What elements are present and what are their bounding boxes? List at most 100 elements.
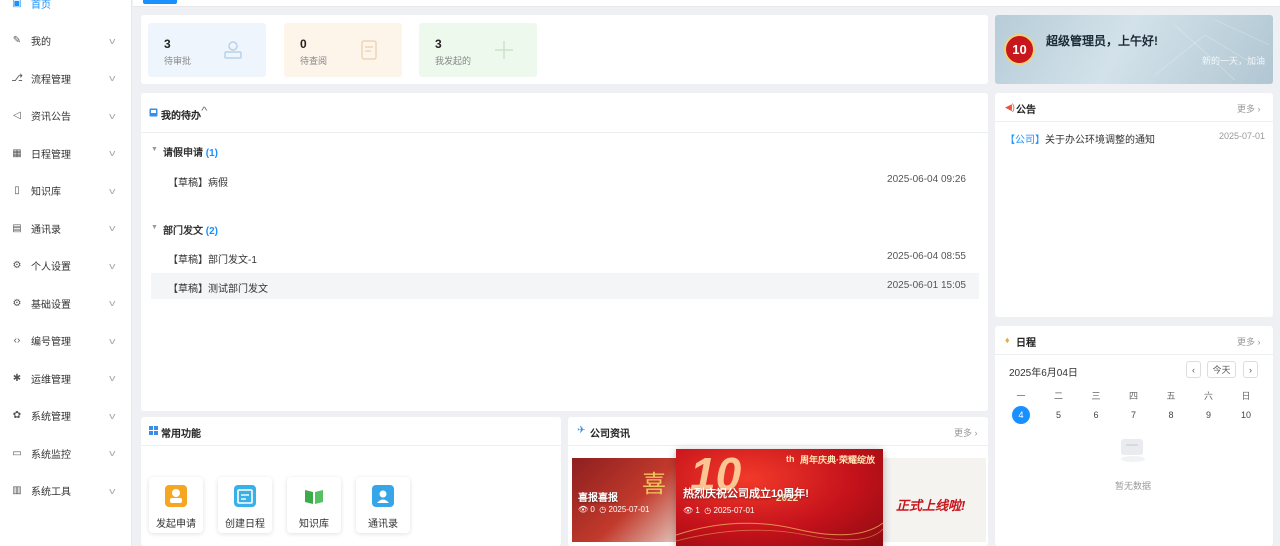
next-week-button[interactable]: › (1243, 361, 1258, 378)
news-more-link[interactable]: 更多 › (954, 426, 978, 439)
grid-icon (149, 426, 158, 435)
calendar-weekday: 日 (1241, 391, 1251, 401)
gear-icon: ⚙ (12, 260, 22, 271)
chevron-down-icon: v (109, 260, 116, 271)
calendar-day[interactable]: 6 (1087, 406, 1105, 424)
quick-create-schedule[interactable]: 创建日程 (218, 477, 272, 533)
sidebar-item[interactable]: ‹› 编号管理 v (0, 328, 132, 354)
chevron-down-icon: v (109, 223, 116, 233)
todo-item[interactable]: 【草稿】病假 2025-06-04 09:26 (151, 167, 979, 193)
bug-icon: ✱ (12, 372, 22, 384)
toolbox-icon: ▥ (12, 485, 22, 496)
user-stamp-icon (224, 41, 242, 59)
sidebar-item-label: 运维管理 (31, 374, 71, 386)
cog-icon: ✿ (12, 410, 22, 421)
notice-date: 2025-07-01 (1219, 131, 1266, 141)
schedule-edit-icon (234, 485, 256, 507)
speaker-icon: ◀) (1005, 102, 1015, 112)
quick-start-request[interactable]: 发起申请 (149, 477, 203, 533)
news-card-meta: 👁 1 ◷ 2025-07-01 (683, 506, 755, 515)
sidebar-item[interactable]: ✱ 运维管理 v (0, 365, 132, 391)
calendar-weekday: 二 (1053, 391, 1063, 401)
chevron-down-icon: v (109, 373, 116, 383)
todo-title: 我的待办 (161, 111, 201, 122)
news-card-anniversary[interactable]: 10 th 周年庆典·荣耀绽放 2022 热烈庆祝公司成立10周年! 👁 1 ◷… (676, 449, 883, 546)
contacts-icon: ▤ (12, 222, 22, 234)
document-icon (361, 40, 377, 60)
todo-group-leave[interactable]: 请假申请 (1) (163, 144, 218, 159)
news-date: 2025-07-01 (713, 506, 755, 515)
todo-item-date: 2025-06-04 08:55 (887, 251, 966, 262)
sidebar-item[interactable]: ✿ 系统管理 v (0, 403, 132, 429)
quick-label: 知识库 (299, 519, 329, 530)
notice-more-link[interactable]: 更多 › (1237, 102, 1261, 115)
sidebar-item[interactable]: ▥ 系统工具 v (0, 478, 132, 504)
chevron-down-icon: v (109, 335, 116, 346)
stat-initiated[interactable]: 3 我发起的 (419, 23, 537, 77)
quick-label: 发起申请 (156, 519, 196, 530)
tab-strip (133, 0, 1280, 7)
notice-panel (995, 93, 1273, 317)
sidebar-item[interactable]: ⚙ 个人设置 v (0, 253, 132, 279)
inbox-icon (149, 108, 158, 117)
request-icon (165, 485, 187, 507)
todo-item[interactable]: 【草稿】部门发文-1 2025-06-04 08:55 (151, 244, 979, 270)
stat-pending-approval[interactable]: 3 待审批 (148, 23, 266, 77)
sidebar-item[interactable]: ◁ 资讯公告 v (0, 103, 132, 129)
sidebar: ▣ 首页 ✎ 我的 v ⎇ 流程管理 v ◁ 资讯公告 v ▦ 日程管理 v ▯ 知识库 v ▤ 通讯录 v ⚙ 个人设置… (0, 0, 132, 546)
caret-down-icon[interactable]: ▼ (151, 146, 158, 153)
divider (141, 445, 561, 446)
news-views: 0 (590, 505, 595, 514)
group-name: 请假申请 (163, 148, 203, 159)
sidebar-item[interactable]: ▦ 日程管理 v (0, 140, 132, 166)
news-card-title: 喜报喜报 (578, 493, 618, 504)
schedule-more-link[interactable]: 更多 › (1237, 335, 1261, 348)
quick-knowledge-base[interactable]: 知识库 (287, 477, 341, 533)
sidebar-item[interactable]: ▣ 首页 (0, 0, 132, 16)
news-card-launch[interactable]: 正式上线啦! (872, 458, 986, 542)
caret-down-icon[interactable]: ▼ (151, 224, 158, 231)
divider (995, 354, 1273, 355)
todo-item-title: 【草稿】测试部门发文 (168, 284, 268, 295)
calendar-weekday: 四 (1128, 391, 1138, 401)
todo-item-title: 【草稿】部门发文-1 (168, 255, 257, 266)
group-name: 部门发文 (163, 226, 203, 237)
stat-count: 3 (164, 37, 171, 51)
news-paper-plane-icon: ✈ (577, 425, 586, 436)
calendar-weekday: 五 (1166, 391, 1176, 401)
quick-contacts[interactable]: 通讯录 (356, 477, 410, 533)
notice-item[interactable]: 【公司】关于办公环境调整的通知 (1005, 131, 1155, 146)
calendar-day[interactable]: 4 (1012, 406, 1030, 424)
stat-count: 0 (300, 37, 307, 51)
anniversary-banner: 周年庆典·荣耀绽放 (800, 455, 875, 465)
calendar-icon: ▦ (12, 147, 22, 159)
calendar-day[interactable]: 8 (1162, 406, 1180, 424)
chevron-down-icon: v (109, 73, 116, 83)
sidebar-item-label: 个人设置 (31, 262, 71, 273)
stat-pending-read[interactable]: 0 待查阅 (284, 23, 402, 77)
today-button[interactable]: 今天 (1207, 361, 1236, 378)
sidebar-item[interactable]: ✎ 我的 v (0, 28, 132, 54)
tab-home[interactable] (143, 0, 177, 4)
sidebar-item-label: 首页 (31, 0, 51, 11)
sidebar-item[interactable]: ▯ 知识库 v (0, 178, 132, 204)
news-card-good-news[interactable]: 喜 喜报喜报 👁 0 ◷ 2025-07-01 (572, 458, 684, 542)
greeting-text: 超级管理员，上午好! (1046, 34, 1158, 48)
stat-count: 3 (435, 37, 442, 51)
calendar-day[interactable]: 10 (1237, 406, 1255, 424)
chevron-up-icon[interactable]: ^ (201, 106, 207, 117)
calendar-day[interactable]: 9 (1200, 406, 1218, 424)
edit-doc-icon: ✎ (12, 35, 22, 46)
more-label: 更多 (954, 428, 973, 438)
prev-week-button[interactable]: ‹ (1186, 361, 1201, 378)
todo-group-dept-doc[interactable]: 部门发文 (2) (163, 222, 218, 237)
calendar-day[interactable]: 7 (1125, 406, 1143, 424)
sidebar-item[interactable]: ⎇ 流程管理 v (0, 65, 132, 91)
calendar-day[interactable]: 5 (1050, 406, 1068, 424)
sidebar-item[interactable]: ▭ 系统监控 v (0, 440, 132, 466)
todo-item[interactable]: 【草稿】测试部门发文 2025-06-01 15:05 (151, 273, 979, 299)
sidebar-item[interactable]: ▤ 通讯录 v (0, 215, 132, 241)
monitor-icon: ▭ (12, 447, 22, 459)
divider (141, 132, 988, 133)
sidebar-item[interactable]: ⚙ 基础设置 v (0, 290, 132, 316)
